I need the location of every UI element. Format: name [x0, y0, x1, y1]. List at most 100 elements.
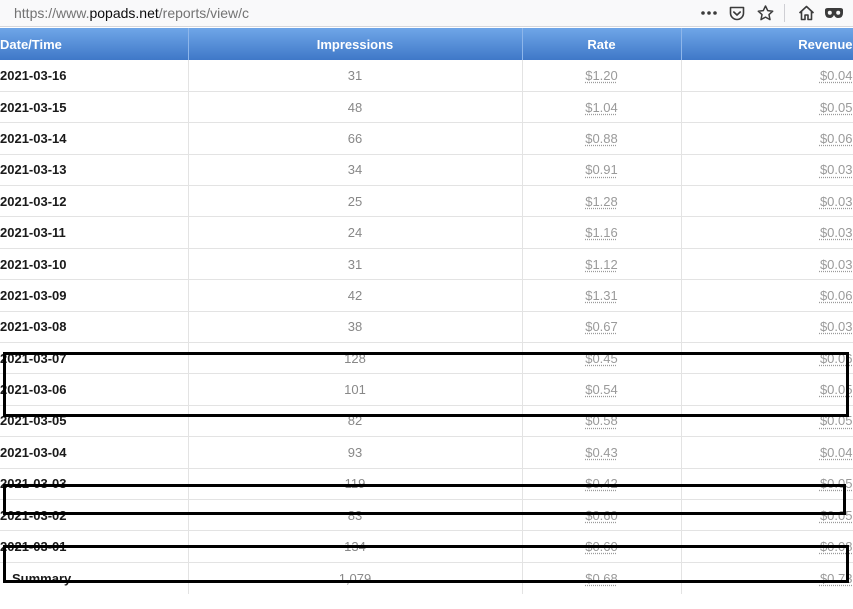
- row-revenue-link[interactable]: $0.06: [820, 351, 853, 366]
- row-date: 2021-03-07: [0, 343, 188, 374]
- summary-row: Summary 1,079 $0.68 $0.73: [0, 562, 853, 593]
- row-revenue-link[interactable]: $0.05: [820, 413, 853, 428]
- row-rate-link[interactable]: $1.28: [585, 194, 618, 209]
- row-revenue-link[interactable]: $0.03: [820, 225, 853, 240]
- row-rate-link[interactable]: $0.43: [585, 445, 618, 460]
- table-row: 2021-03-05 82 $0.58 $0.05: [0, 405, 853, 436]
- row-date: 2021-03-01: [0, 531, 188, 562]
- row-revenue-link[interactable]: $0.05: [820, 382, 853, 397]
- column-header-rate[interactable]: Rate: [522, 28, 681, 60]
- row-date: 2021-03-10: [0, 248, 188, 279]
- row-rate-link[interactable]: $1.12: [585, 257, 618, 272]
- row-impressions: 101: [188, 374, 522, 405]
- row-impressions: 93: [188, 437, 522, 468]
- row-date: 2021-03-11: [0, 217, 188, 248]
- row-impressions: 38: [188, 311, 522, 342]
- table-row: 2021-03-13 34 $0.91 $0.03: [0, 154, 853, 185]
- row-revenue-link[interactable]: $0.05: [820, 476, 853, 491]
- table-row: 2021-03-11 24 $1.16 $0.03: [0, 217, 853, 248]
- table-row: 2021-03-10 31 $1.12 $0.03: [0, 248, 853, 279]
- row-revenue-link[interactable]: $0.05: [820, 100, 853, 115]
- summary-rate-link[interactable]: $0.68: [585, 571, 618, 586]
- report-table: Date/Time Impressions Rate Revenue 2021-…: [0, 28, 853, 594]
- row-impressions: 66: [188, 123, 522, 154]
- row-revenue-link[interactable]: $0.06: [820, 131, 853, 146]
- url-prefix: https://www.: [14, 5, 89, 21]
- row-impressions: 24: [188, 217, 522, 248]
- toolbar-icons: [692, 2, 845, 24]
- row-impressions: 83: [188, 499, 522, 530]
- table-row: 2021-03-15 48 $1.04 $0.05: [0, 91, 853, 122]
- row-revenue-link[interactable]: $0.08: [820, 539, 853, 554]
- row-impressions: 134: [188, 531, 522, 562]
- table-row: 2021-03-12 25 $1.28 $0.03: [0, 186, 853, 217]
- home-icon[interactable]: [795, 2, 817, 24]
- row-date: 2021-03-14: [0, 123, 188, 154]
- row-date: 2021-03-04: [0, 437, 188, 468]
- row-impressions: 42: [188, 280, 522, 311]
- row-revenue-link[interactable]: $0.03: [820, 257, 853, 272]
- browser-toolbar: https://www.popads.net/reports/view/c: [0, 0, 853, 27]
- table-row: 2021-03-03 119 $0.42 $0.05: [0, 468, 853, 499]
- table-row: 2021-03-14 66 $0.88 $0.06: [0, 123, 853, 154]
- row-rate-link[interactable]: $0.45: [585, 351, 618, 366]
- row-impressions: 48: [188, 91, 522, 122]
- row-rate-link[interactable]: $0.88: [585, 131, 618, 146]
- row-impressions: 119: [188, 468, 522, 499]
- row-date: 2021-03-05: [0, 405, 188, 436]
- row-rate-link[interactable]: $1.20: [585, 68, 618, 83]
- row-rate-link[interactable]: $0.91: [585, 162, 618, 177]
- url-path: /reports/view/c: [159, 5, 249, 21]
- row-date: 2021-03-15: [0, 91, 188, 122]
- row-impressions: 25: [188, 186, 522, 217]
- url-bar[interactable]: https://www.popads.net/reports/view/c: [14, 5, 254, 21]
- row-revenue-link[interactable]: $0.04: [820, 445, 853, 460]
- column-header-date[interactable]: Date/Time: [0, 28, 188, 60]
- row-rate-link[interactable]: $0.54: [585, 382, 618, 397]
- row-rate-link[interactable]: $0.42: [585, 476, 618, 491]
- row-revenue-link[interactable]: $0.03: [820, 194, 853, 209]
- row-rate-link[interactable]: $0.60: [585, 539, 618, 554]
- row-rate-link[interactable]: $1.16: [585, 225, 618, 240]
- row-impressions: 31: [188, 248, 522, 279]
- column-header-impressions[interactable]: Impressions: [188, 28, 522, 60]
- row-revenue-link[interactable]: $0.03: [820, 162, 853, 177]
- mask-icon[interactable]: [823, 2, 845, 24]
- row-date: 2021-03-06: [0, 374, 188, 405]
- star-icon[interactable]: [754, 2, 776, 24]
- row-date: 2021-03-16: [0, 60, 188, 91]
- row-rate-link[interactable]: $0.58: [585, 413, 618, 428]
- toolbar-separator: [784, 4, 785, 22]
- table-row: 2021-03-06 101 $0.54 $0.05: [0, 374, 853, 405]
- row-rate-link[interactable]: $1.04: [585, 100, 618, 115]
- pocket-icon[interactable]: [726, 2, 748, 24]
- table-row: 2021-03-16 31 $1.20 $0.04: [0, 60, 853, 91]
- more-icon[interactable]: [698, 2, 720, 24]
- row-impressions: 34: [188, 154, 522, 185]
- row-date: 2021-03-13: [0, 154, 188, 185]
- row-date: 2021-03-02: [0, 499, 188, 530]
- table-row: 2021-03-04 93 $0.43 $0.04: [0, 437, 853, 468]
- table-row: 2021-03-01 134 $0.60 $0.08: [0, 531, 853, 562]
- row-impressions: 82: [188, 405, 522, 436]
- row-revenue-link[interactable]: $0.05: [820, 508, 853, 523]
- table-row: 2021-03-08 38 $0.67 $0.03: [0, 311, 853, 342]
- table-row: 2021-03-02 83 $0.60 $0.05: [0, 499, 853, 530]
- row-rate-link[interactable]: $1.31: [585, 288, 618, 303]
- row-revenue-link[interactable]: $0.06: [820, 288, 853, 303]
- row-date: 2021-03-08: [0, 311, 188, 342]
- row-revenue-link[interactable]: $0.03: [820, 319, 853, 334]
- table-row: 2021-03-09 42 $1.31 $0.06: [0, 280, 853, 311]
- summary-label: Summary: [0, 562, 188, 593]
- row-date: 2021-03-09: [0, 280, 188, 311]
- table-header-row: Date/Time Impressions Rate Revenue: [0, 28, 853, 60]
- row-date: 2021-03-03: [0, 468, 188, 499]
- column-header-revenue[interactable]: Revenue: [681, 28, 853, 60]
- summary-impressions: 1,079: [188, 562, 522, 593]
- url-host: popads.net: [89, 5, 158, 21]
- summary-revenue-link[interactable]: $0.73: [820, 571, 853, 586]
- row-impressions: 128: [188, 343, 522, 374]
- row-rate-link[interactable]: $0.67: [585, 319, 618, 334]
- row-rate-link[interactable]: $0.60: [585, 508, 618, 523]
- row-revenue-link[interactable]: $0.04: [820, 68, 853, 83]
